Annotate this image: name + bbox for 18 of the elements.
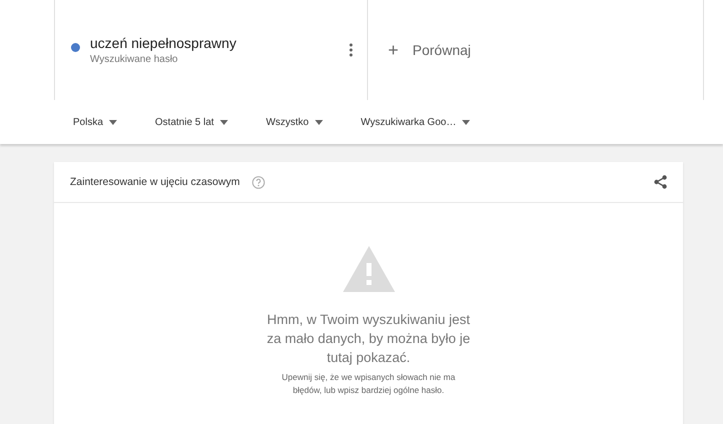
empty-message: Hmm, w Twoim wyszukiwaniu jest za mało danych, by można było je tutaj pokazać. xyxy=(266,311,472,367)
caret-icon[interactable] xyxy=(220,120,228,124)
caret-icon[interactable] xyxy=(462,120,470,124)
search-term: uczeń niepełnosprawny xyxy=(90,35,238,51)
card-title: Zainteresowanie w ujęciu czasowym xyxy=(70,176,240,188)
filter-dropdown[interactable]: Ostatnie 5 lat xyxy=(155,116,228,128)
more-icon[interactable] xyxy=(349,43,353,57)
hint-text: Upewnij się, że we wpisanych słowach nie ma błędów, lub wpisz bardziej ogólne hasło. xyxy=(280,371,456,397)
filter-dropdown[interactable]: Polska xyxy=(73,116,118,128)
compare-button[interactable]: Porównaj xyxy=(412,42,471,58)
filter-dropdown[interactable]: Wszystko xyxy=(266,116,323,128)
caret-icon[interactable] xyxy=(109,120,118,124)
filter-dropdown[interactable]: Wyszukiwarka Goo… xyxy=(360,116,470,128)
caret-icon[interactable] xyxy=(314,120,323,124)
plus-icon[interactable]: + xyxy=(388,40,399,60)
term-type-label: Wyszukiwane hasło xyxy=(90,54,179,65)
share-icon[interactable] xyxy=(654,175,667,189)
warning-icon xyxy=(342,246,394,292)
